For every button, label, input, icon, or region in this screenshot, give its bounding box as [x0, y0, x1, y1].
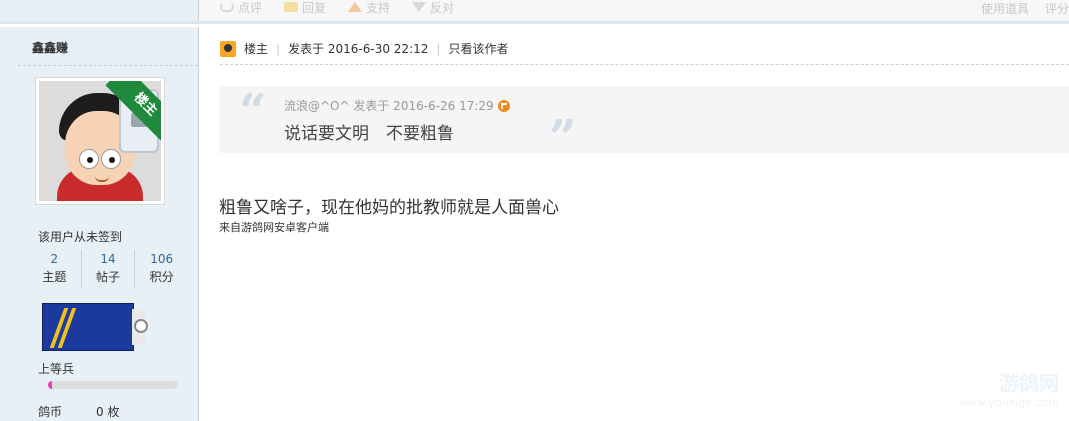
username[interactable]: 鑫鑫赚 [32, 39, 68, 56]
quote-author-time: 流浪@^O^ 发表于 2016-6-26 17:29 [284, 99, 494, 113]
quote-block: “ 流浪@^O^ 发表于 2016-6-26 17:29 说话要文明 不要粗鲁 … [219, 84, 1069, 162]
user-stats: 2 主题 14 帖子 106 积分 [28, 250, 188, 288]
quote-meta: 流浪@^O^ 发表于 2016-6-26 17:29 [284, 97, 510, 114]
quote-text: 说话要文明 不要粗鲁 [284, 124, 454, 144]
owner-icon [220, 40, 236, 57]
post-actions: 点评 回复 支持 反对 [220, 0, 454, 15]
rate-button[interactable]: 评分 [1045, 0, 1069, 17]
coins-value: 0 枚 [96, 405, 120, 419]
toolbar-right: 使用道具 评分 [981, 0, 1069, 17]
signin-status: 该用户从未签到 [38, 230, 123, 244]
comment-icon [220, 2, 234, 12]
post-time: 发表于 2016-6-30 22:12 [288, 42, 429, 56]
rank-progress-fill [48, 381, 52, 389]
support-button[interactable]: 支持 [348, 0, 390, 15]
rank-name: 上等兵 [38, 362, 75, 376]
owner-label: 楼主 [244, 42, 269, 56]
stat-points[interactable]: 106 积分 [135, 250, 188, 288]
only-author-link[interactable]: 只看该作者 [448, 40, 508, 57]
stat-posts[interactable]: 14 帖子 [82, 250, 136, 288]
close-quote-icon: ” [549, 110, 577, 166]
thumb-down-icon [412, 2, 427, 12]
rank-progress-bar [48, 381, 178, 389]
separator: | [276, 41, 281, 56]
header-divider [220, 64, 1069, 65]
comment-button[interactable]: 点评 [220, 0, 262, 15]
reply-button[interactable]: 回复 [284, 0, 326, 15]
use-item-button[interactable]: 使用道具 [981, 0, 1029, 17]
user-sidebar: 鑫鑫赚 楼主 该用户从未签到 2 主题 14 帖子 106 积分 上等兵 鸽币 … [0, 27, 199, 421]
insignia-strap [42, 303, 134, 351]
post-toolbar: 点评 回复 支持 反对 使用道具 评分 [0, 0, 1069, 24]
insignia-button-icon [134, 319, 148, 333]
open-quote-icon: “ [239, 84, 267, 140]
sidebar-divider [18, 65, 198, 66]
post-header: 楼主 | 发表于 2016-6-30 22:12 | 只看该作者 [220, 40, 508, 57]
post-source[interactable]: 来自游鸽网安卓客户端 [219, 219, 329, 235]
reply-icon [284, 2, 299, 12]
avatar-right-eye [101, 149, 121, 169]
stat-topics[interactable]: 2 主题 [28, 250, 82, 288]
avatar-image: 楼主 [39, 81, 161, 201]
rank-insignia [42, 303, 156, 351]
avatar[interactable]: 楼主 [35, 77, 165, 205]
jump-to-quote-icon[interactable] [497, 99, 510, 112]
coins-label: 鸽币 [38, 405, 63, 419]
oppose-button[interactable]: 反对 [412, 0, 454, 15]
post-content: 粗鲁又啥子，现在他妈的批教师就是人面兽心 [219, 198, 559, 218]
thumb-up-icon [348, 2, 363, 12]
site-watermark: 游鸽网 www.youxige.com [959, 371, 1059, 409]
toolbar-left-cell [0, 0, 199, 21]
coins-row: 鸽币 0 枚 [38, 403, 119, 420]
avatar-left-eye [79, 149, 99, 169]
separator: | [436, 41, 441, 56]
